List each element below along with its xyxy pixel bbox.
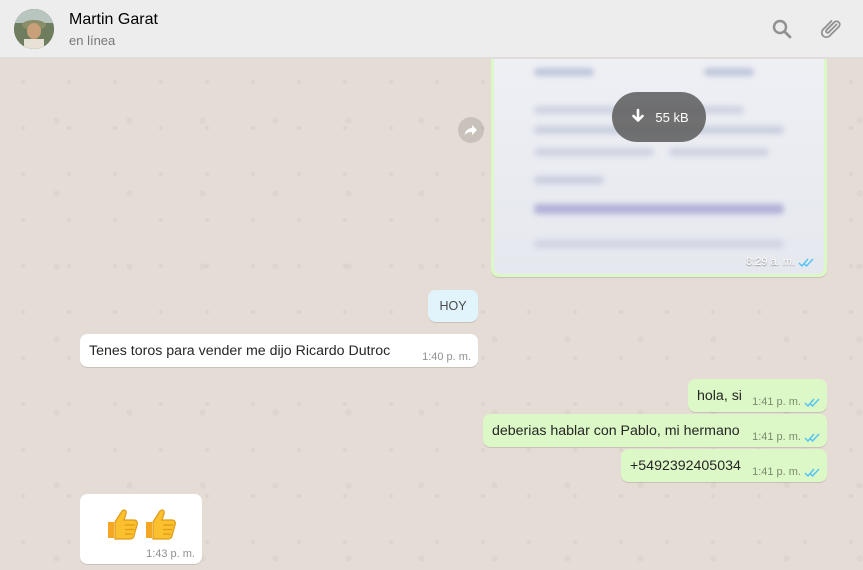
message-outgoing[interactable]: +5492392405034 1:41 p. m. — [621, 449, 827, 482]
message-time: 1:43 p. m. — [146, 548, 195, 560]
message-time: 1:41 p. m. — [752, 466, 820, 478]
download-button[interactable]: 55 kB — [612, 92, 706, 142]
message-time: 1:41 p. m. — [752, 396, 820, 408]
attach-icon[interactable] — [820, 17, 844, 41]
message-outgoing[interactable]: deberias hablar con Pablo, mi hermano 1:… — [483, 414, 827, 447]
message-text: deberias hablar con Pablo, mi hermano — [492, 423, 740, 439]
read-ticks-icon — [798, 257, 814, 268]
message-outgoing[interactable]: hola, si 1:41 p. m. — [688, 379, 827, 412]
message-time: 1:41 p. m. — [752, 431, 820, 443]
read-ticks-icon — [804, 397, 820, 408]
message-time: 1:40 p. m. — [422, 351, 471, 363]
contact-avatar[interactable] — [14, 9, 54, 49]
chat-header: Martin Garat en línea — [0, 0, 863, 58]
download-size: 55 kB — [655, 109, 689, 125]
message-text: +5492392405034 — [630, 458, 741, 474]
thumbs-up-icon — [142, 506, 178, 542]
download-icon — [629, 108, 647, 126]
read-ticks-icon — [804, 467, 820, 478]
read-ticks-icon — [804, 432, 820, 443]
message-incoming[interactable]: Tenes toros para vender me dijo Ricardo … — [80, 334, 478, 367]
contact-status: en línea — [69, 33, 116, 48]
message-incoming-emoji[interactable]: 👍👍 1:43 p. m. — [80, 494, 202, 564]
day-divider: HOY — [428, 290, 478, 322]
forward-icon — [464, 125, 477, 136]
image-preview[interactable]: 55 kB 8:29 a. m. — [494, 59, 824, 274]
image-message[interactable]: 55 kB 8:29 a. m. — [491, 59, 827, 277]
forward-button[interactable] — [458, 117, 484, 143]
image-timestamp: 8:29 a. m. — [746, 256, 814, 268]
message-text: Tenes toros para vender me dijo Ricardo … — [89, 343, 391, 359]
contact-name[interactable]: Martin Garat — [69, 11, 158, 29]
search-icon[interactable] — [770, 17, 794, 41]
thumbs-up-icon — [104, 506, 140, 542]
chat-panel[interactable]: 55 kB 8:29 a. m. HOY Tenes toros para ve… — [0, 59, 863, 570]
message-text: hola, si — [697, 388, 742, 404]
